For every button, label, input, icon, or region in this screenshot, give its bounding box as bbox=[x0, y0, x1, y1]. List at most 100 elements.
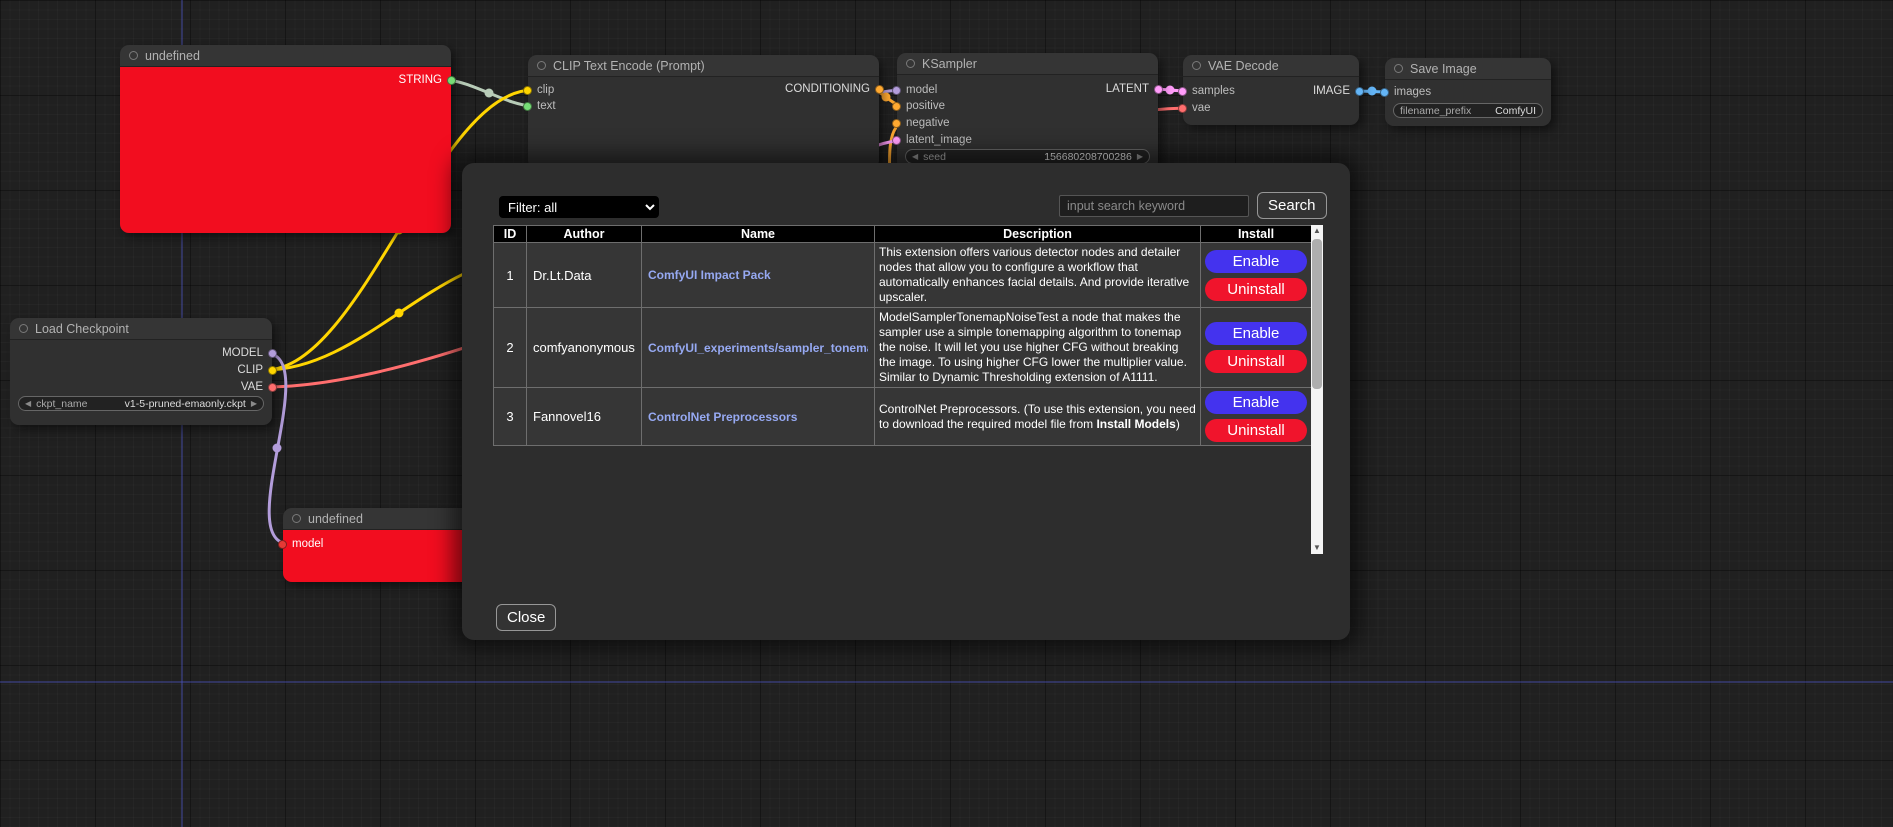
node-body[interactable]: MODEL CLIP VAE ◀ ckpt_name v1-5-pruned-e… bbox=[10, 340, 272, 425]
node-title: Load Checkpoint bbox=[35, 322, 129, 336]
collapse-dot-icon[interactable] bbox=[19, 324, 28, 333]
cell-author: comfyanonymous bbox=[527, 308, 642, 388]
table-row: 3 Fannovel16 ControlNet Preprocessors Co… bbox=[494, 388, 1312, 446]
node-title: undefined bbox=[145, 49, 200, 63]
node-header[interactable]: KSampler bbox=[897, 53, 1158, 75]
ckpt-name-widget[interactable]: ◀ ckpt_name v1-5-pruned-emaonly.ckpt ▶ bbox=[18, 396, 264, 411]
node-vae-decode[interactable]: VAE Decode samples vae IMAGE bbox=[1183, 55, 1359, 125]
ckpt-prev-icon[interactable]: ◀ bbox=[25, 400, 31, 408]
input-slot-clip[interactable]: clip bbox=[523, 82, 554, 98]
output-dot-latent-icon[interactable] bbox=[1154, 85, 1163, 94]
output-dot-conditioning-icon[interactable] bbox=[875, 85, 884, 94]
cell-id: 3 bbox=[494, 388, 527, 446]
table-scrollbar[interactable]: ▲ ▼ bbox=[1311, 225, 1323, 554]
output-slot-clip[interactable]: CLIP bbox=[237, 362, 277, 378]
extension-link[interactable]: ComfyUI_experiments/sampler_tonemap bbox=[648, 341, 868, 355]
node-body[interactable]: model positive negative latent_image LAT… bbox=[897, 75, 1158, 170]
input-dot-clip-icon[interactable] bbox=[523, 86, 532, 95]
enable-button[interactable]: Enable bbox=[1205, 322, 1307, 345]
collapse-dot-icon[interactable] bbox=[292, 514, 301, 523]
collapse-dot-icon[interactable] bbox=[906, 59, 915, 68]
node-undefined-top[interactable]: undefined STRING bbox=[120, 45, 451, 233]
output-slot-image[interactable]: IMAGE bbox=[1313, 83, 1364, 99]
search-button[interactable]: Search bbox=[1257, 192, 1327, 219]
node-header[interactable]: CLIP Text Encode (Prompt) bbox=[528, 55, 879, 77]
output-slot-string[interactable]: STRING bbox=[399, 72, 456, 88]
output-dot-clip-icon[interactable] bbox=[268, 366, 277, 375]
filename-prefix-widget[interactable]: filename_prefix ComfyUI bbox=[1393, 103, 1543, 118]
scrollbar-down-icon[interactable]: ▼ bbox=[1311, 542, 1323, 554]
input-label-samples: samples bbox=[1192, 85, 1235, 97]
wire-string-to-text bbox=[445, 80, 533, 106]
output-label-model: MODEL bbox=[222, 347, 263, 359]
output-label-vae: VAE bbox=[241, 381, 263, 393]
input-slot-model[interactable]: model bbox=[278, 536, 323, 552]
node-header[interactable]: Load Checkpoint bbox=[10, 318, 272, 340]
collapse-dot-icon[interactable] bbox=[1192, 61, 1201, 70]
seed-widget[interactable]: ◀ seed 156680208700286 ▶ bbox=[905, 149, 1150, 164]
collapse-dot-icon[interactable] bbox=[537, 61, 546, 70]
enable-button[interactable]: Enable bbox=[1205, 391, 1307, 414]
wire-string-midpoint-dot-icon bbox=[485, 89, 494, 98]
output-slot-latent[interactable]: LATENT bbox=[1106, 81, 1163, 97]
ckpt-next-icon[interactable]: ▶ bbox=[251, 400, 257, 408]
input-dot-images-icon[interactable] bbox=[1380, 88, 1389, 97]
input-label-model: model bbox=[906, 84, 937, 96]
node-body[interactable]: clip text CONDITIONING bbox=[528, 77, 879, 169]
input-slot-positive[interactable]: positive bbox=[892, 98, 945, 114]
enable-button[interactable]: Enable bbox=[1205, 250, 1307, 273]
collapse-dot-icon[interactable] bbox=[1394, 64, 1403, 73]
uninstall-button[interactable]: Uninstall bbox=[1205, 419, 1307, 442]
close-button[interactable]: Close bbox=[496, 604, 556, 631]
filter-select[interactable]: Filter: all bbox=[499, 196, 659, 218]
output-slot-model[interactable]: MODEL bbox=[222, 345, 277, 361]
extension-link[interactable]: ControlNet Preprocessors bbox=[648, 410, 868, 424]
input-dot-negative-icon[interactable] bbox=[892, 119, 901, 128]
extension-link[interactable]: ComfyUI Impact Pack bbox=[648, 268, 868, 282]
node-body[interactable]: images filename_prefix ComfyUI bbox=[1385, 80, 1551, 126]
input-dot-latent-image-icon[interactable] bbox=[892, 136, 901, 145]
node-body[interactable]: samples vae IMAGE bbox=[1183, 77, 1359, 125]
node-title: KSampler bbox=[922, 57, 977, 71]
input-dot-model-icon[interactable] bbox=[278, 540, 287, 549]
collapse-dot-icon[interactable] bbox=[129, 51, 138, 60]
output-dot-vae-icon[interactable] bbox=[268, 383, 277, 392]
seed-widget-value: 156680208700286 bbox=[1044, 151, 1132, 163]
node-ksampler[interactable]: KSampler model positive negative latent_… bbox=[897, 53, 1158, 170]
input-dot-samples-icon[interactable] bbox=[1178, 87, 1187, 96]
output-slot-vae[interactable]: VAE bbox=[241, 379, 277, 395]
input-slot-latent-image[interactable]: latent_image bbox=[892, 132, 972, 148]
wire-latent-midpoint-dot-icon bbox=[1166, 86, 1175, 95]
scrollbar-thumb[interactable] bbox=[1312, 239, 1322, 389]
seed-increment-icon[interactable]: ▶ bbox=[1137, 153, 1143, 161]
node-load-checkpoint[interactable]: Load Checkpoint MODEL CLIP VAE ◀ ckpt_na… bbox=[10, 318, 272, 425]
input-slot-images[interactable]: images bbox=[1380, 84, 1431, 100]
node-header[interactable]: Save Image bbox=[1385, 58, 1551, 80]
node-body[interactable]: STRING bbox=[120, 67, 451, 233]
seed-decrement-icon[interactable]: ◀ bbox=[912, 153, 918, 161]
node-header[interactable]: undefined bbox=[120, 45, 451, 67]
input-dot-vae-icon[interactable] bbox=[1178, 104, 1187, 113]
node-clip-text-encode[interactable]: CLIP Text Encode (Prompt) clip text COND… bbox=[528, 55, 879, 169]
input-slot-negative[interactable]: negative bbox=[892, 115, 949, 131]
input-dot-positive-icon[interactable] bbox=[892, 102, 901, 111]
uninstall-button[interactable]: Uninstall bbox=[1205, 278, 1307, 301]
output-dot-string-icon[interactable] bbox=[447, 76, 456, 85]
wire-model-midpoint-dot-icon bbox=[273, 444, 282, 453]
input-slot-samples[interactable]: samples bbox=[1178, 83, 1235, 99]
uninstall-button[interactable]: Uninstall bbox=[1205, 350, 1307, 373]
output-slot-conditioning[interactable]: CONDITIONING bbox=[785, 81, 884, 97]
search-input[interactable] bbox=[1059, 195, 1249, 217]
scrollbar-up-icon[interactable]: ▲ bbox=[1311, 225, 1323, 237]
input-slot-vae[interactable]: vae bbox=[1178, 100, 1211, 116]
output-label-string: STRING bbox=[399, 74, 442, 86]
output-dot-image-icon[interactable] bbox=[1355, 87, 1364, 96]
input-slot-text[interactable]: text bbox=[523, 98, 556, 114]
node-header[interactable]: VAE Decode bbox=[1183, 55, 1359, 77]
input-dot-model-icon[interactable] bbox=[892, 86, 901, 95]
input-dot-text-icon[interactable] bbox=[523, 102, 532, 111]
input-slot-model[interactable]: model bbox=[892, 82, 937, 98]
node-save-image[interactable]: Save Image images filename_prefix ComfyU… bbox=[1385, 58, 1551, 126]
output-dot-model-icon[interactable] bbox=[268, 349, 277, 358]
canvas-origin-horizontal-axis bbox=[0, 681, 1893, 683]
